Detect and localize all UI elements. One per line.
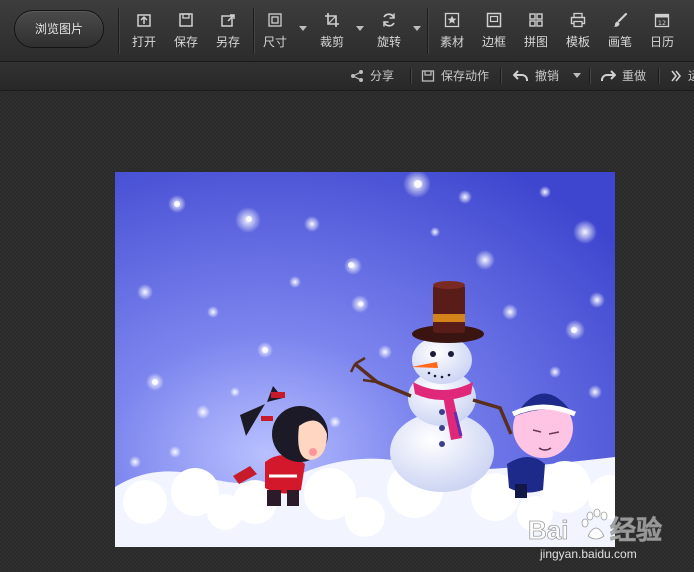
toolbar-divider <box>118 8 120 54</box>
action-divider <box>500 68 502 84</box>
redo-button[interactable]: 重做 <box>600 62 646 90</box>
frame-button[interactable]: 边框 <box>474 10 514 54</box>
crop-dropdown-icon[interactable] <box>356 26 364 31</box>
open-label: 打开 <box>131 35 156 49</box>
collage-button[interactable]: 拼图 <box>516 10 556 54</box>
save-as-button[interactable]: 另存 <box>208 10 248 54</box>
image-canvas[interactable]: Bai 经验 jingyan.baidu.com <box>0 91 694 572</box>
more-actions-label: 运 <box>688 69 694 83</box>
material-label: 素材 <box>439 35 464 49</box>
redo-label: 重做 <box>622 69 647 83</box>
brush-button[interactable]: 画笔 <box>600 10 640 54</box>
more-actions-button[interactable]: 运 <box>668 62 694 90</box>
resize-button[interactable]: 尺寸 <box>255 10 295 54</box>
share-icon <box>351 70 363 82</box>
calendar-label: 日历 <box>649 35 674 49</box>
crop-label: 裁剪 <box>319 35 344 49</box>
share-button[interactable]: 分享 <box>350 62 394 90</box>
frame-label: 边框 <box>481 35 506 49</box>
collage-icon <box>529 13 543 27</box>
rotate-dropdown-icon[interactable] <box>413 26 421 31</box>
calendar-day-number: 12 <box>658 19 666 27</box>
action-bar: 分享 保存动作 撤销 重做 运 <box>0 62 694 91</box>
save-action-button[interactable]: 保存动作 <box>421 62 489 90</box>
brush-label: 画笔 <box>607 35 632 49</box>
undo-icon <box>512 70 528 81</box>
save-button[interactable]: 保存 <box>166 10 206 54</box>
undo-button[interactable]: 撤销 <box>512 62 560 90</box>
resize-label: 尺寸 <box>262 35 287 49</box>
resize-dropdown-icon[interactable] <box>299 26 307 31</box>
undo-label: 撤销 <box>535 69 560 83</box>
material-button[interactable]: 素材 <box>432 10 472 54</box>
material-star-icon <box>444 12 460 28</box>
undo-dropdown-icon[interactable] <box>573 73 581 78</box>
action-divider <box>589 68 591 84</box>
baidu-watermark-logo: Bai 经验 jingyan.baidu.com <box>528 508 662 561</box>
save-as-label: 另存 <box>215 35 240 49</box>
action-divider <box>658 68 660 84</box>
crop-button[interactable]: 裁剪 <box>312 10 352 54</box>
share-label: 分享 <box>370 69 395 83</box>
redo-icon <box>601 70 617 81</box>
resize-icon <box>268 13 282 27</box>
save-action-icon <box>421 70 435 82</box>
collage-label: 拼图 <box>523 35 548 49</box>
rotate-button[interactable]: 旋转 <box>369 10 409 54</box>
svg-text:经验: 经验 <box>610 515 662 545</box>
calendar-button[interactable]: 12 日历 <box>642 10 682 54</box>
template-printer-icon <box>570 12 586 28</box>
baidu-watermark: Bai 经验 jingyan.baidu.com <box>506 506 694 566</box>
template-button[interactable]: 模板 <box>558 10 598 54</box>
rotate-icon <box>383 13 395 27</box>
open-icon <box>137 14 151 27</box>
toolbar-divider <box>427 8 429 54</box>
save-icon <box>179 13 193 27</box>
svg-text:Bai: Bai <box>528 515 568 545</box>
crop-icon <box>325 13 339 27</box>
action-divider <box>410 68 412 84</box>
watermark-url: jingyan.baidu.com <box>539 547 637 561</box>
more-actions-icon <box>671 70 682 82</box>
main-toolbar: 浏览图片 打开 保存 另存 尺寸 裁剪 旋转 素材 边框 拼图 模板 画笔 12… <box>0 0 694 62</box>
open-button[interactable]: 打开 <box>124 10 164 54</box>
browse-images-button[interactable]: 浏览图片 <box>14 10 104 48</box>
save-as-icon <box>221 14 235 27</box>
save-label: 保存 <box>173 35 198 49</box>
brush-icon <box>613 12 628 27</box>
save-action-label: 保存动作 <box>441 69 490 83</box>
calendar-icon: 12 <box>654 13 670 28</box>
photo-snowman-scene[interactable] <box>115 172 615 547</box>
template-label: 模板 <box>565 35 590 49</box>
rotate-label: 旋转 <box>376 35 401 49</box>
snowman-illustration <box>115 172 615 547</box>
frame-icon <box>486 12 502 28</box>
